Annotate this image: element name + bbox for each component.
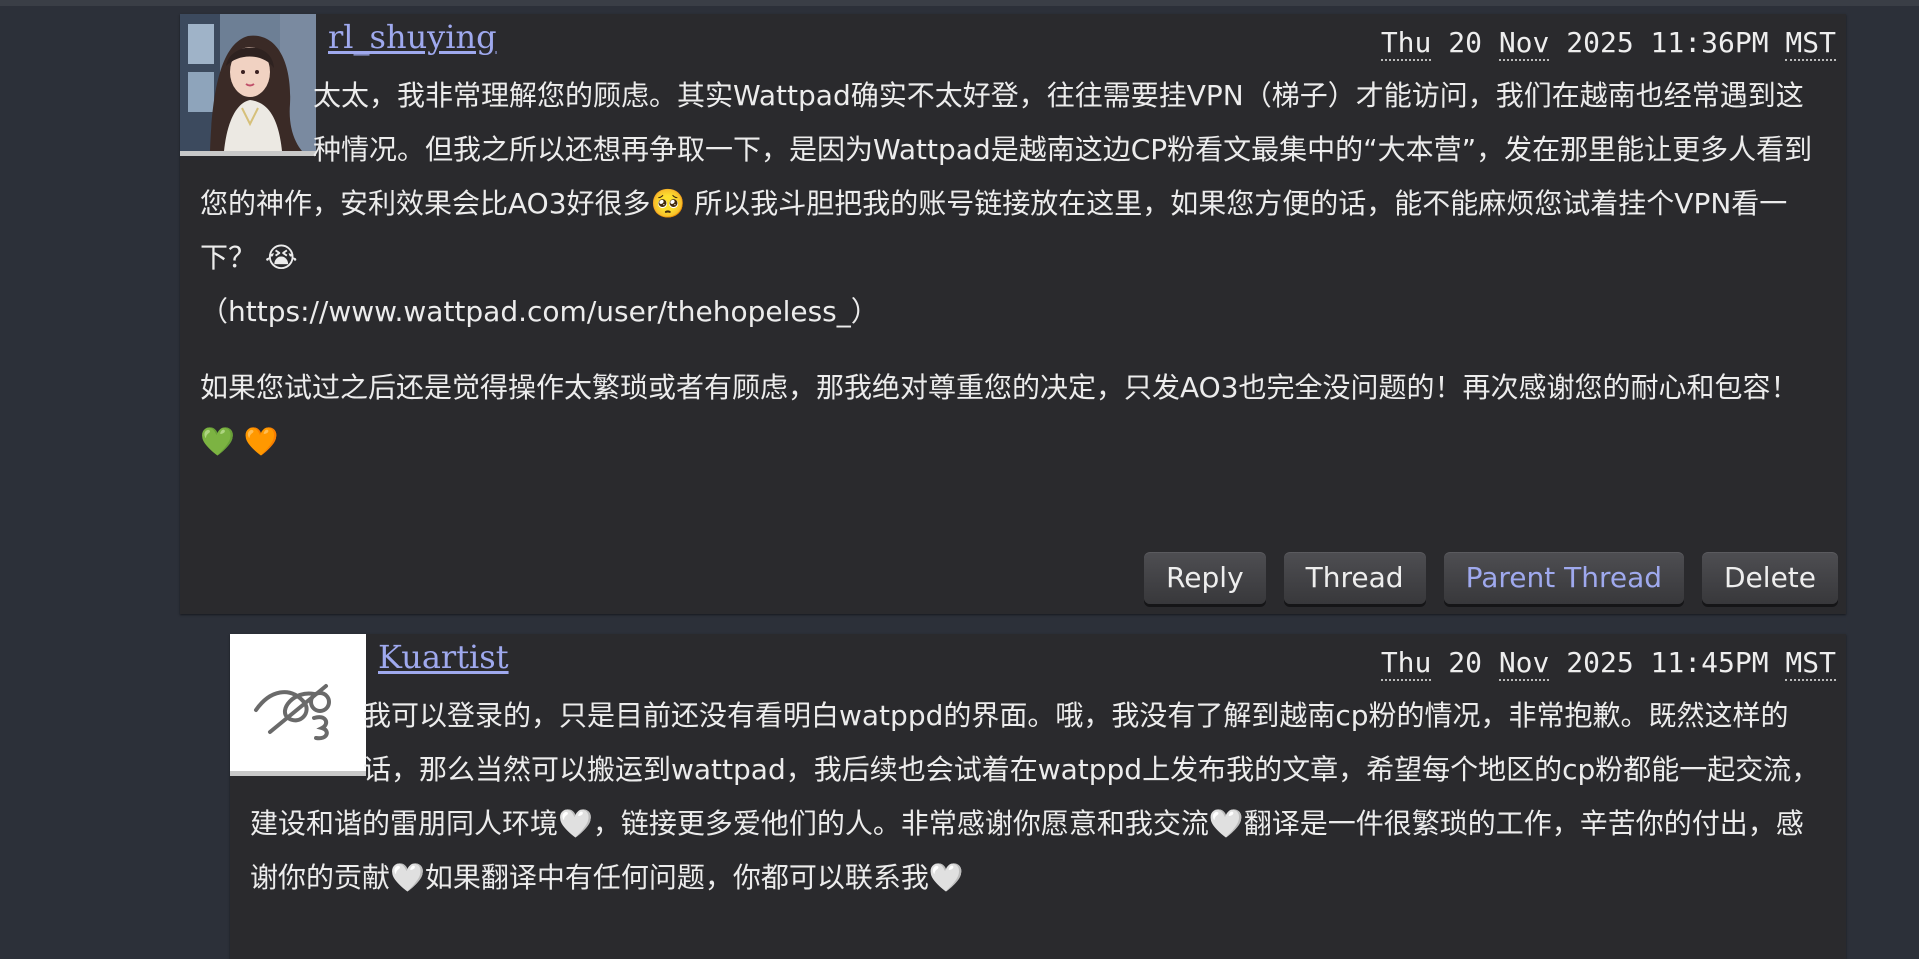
- comment-link-text: （https://www.wattpad.com/user/thehopeles…: [200, 295, 879, 328]
- comment-rl-shuying: rl_shuying Thu 20 Nov 2025 11:36PM MST 太…: [180, 14, 1846, 614]
- timestamp-day: Thu: [1380, 646, 1432, 681]
- timestamp-timezone: MST: [1785, 646, 1836, 681]
- username-link[interactable]: Kuartist: [378, 638, 509, 676]
- comment-timestamp: Thu 20 Nov 2025 11:36PM MST: [1380, 26, 1836, 61]
- parent-thread-button[interactable]: Parent Thread: [1443, 552, 1684, 604]
- comment-paragraph: 我可以登录的，只是目前还没有看明白watppd的界面。哦，我没有了解到越南cp粉…: [250, 699, 1820, 894]
- thread-button[interactable]: Thread: [1283, 552, 1426, 604]
- comment-body: 我可以登录的，只是目前还没有看明白watppd的界面。哦，我没有了解到越南cp粉…: [250, 689, 1828, 905]
- top-edge: [0, 0, 1919, 6]
- comment-actions: Reply Thread Parent Thread Delete: [1144, 552, 1838, 604]
- timestamp-date: 20: [1448, 26, 1482, 59]
- timestamp-month: Nov: [1498, 646, 1550, 681]
- timestamp-day: Thu: [1380, 26, 1432, 61]
- delete-button[interactable]: Delete: [1702, 552, 1838, 604]
- timestamp-timezone: MST: [1785, 26, 1836, 61]
- comment-timestamp: Thu 20 Nov 2025 11:45PM MST: [1380, 646, 1836, 681]
- comment-kuartist: Kuartist Thu 20 Nov 2025 11:45PM MST 我可以…: [230, 634, 1846, 959]
- timestamp-year-time: 2025 11:36PM: [1566, 26, 1769, 59]
- timestamp-year-time: 2025 11:45PM: [1566, 646, 1769, 679]
- username-link[interactable]: rl_shuying: [328, 18, 497, 56]
- comment-paragraph: 太太，我非常理解您的顾虑。其实Wattpad确实不太好登，往往需要挂VPN（梯子…: [200, 79, 1813, 274]
- reply-button[interactable]: Reply: [1144, 552, 1266, 604]
- timestamp-month: Nov: [1498, 26, 1550, 61]
- timestamp-date: 20: [1448, 646, 1482, 679]
- comment-paragraph: 如果您试过之后还是觉得操作太繁琐或者有顾虑，那我绝对尊重您的决定，只发AO3也完…: [200, 371, 1799, 458]
- comment-body: 太太，我非常理解您的顾虑。其实Wattpad确实不太好登，往往需要挂VPN（梯子…: [200, 69, 1828, 469]
